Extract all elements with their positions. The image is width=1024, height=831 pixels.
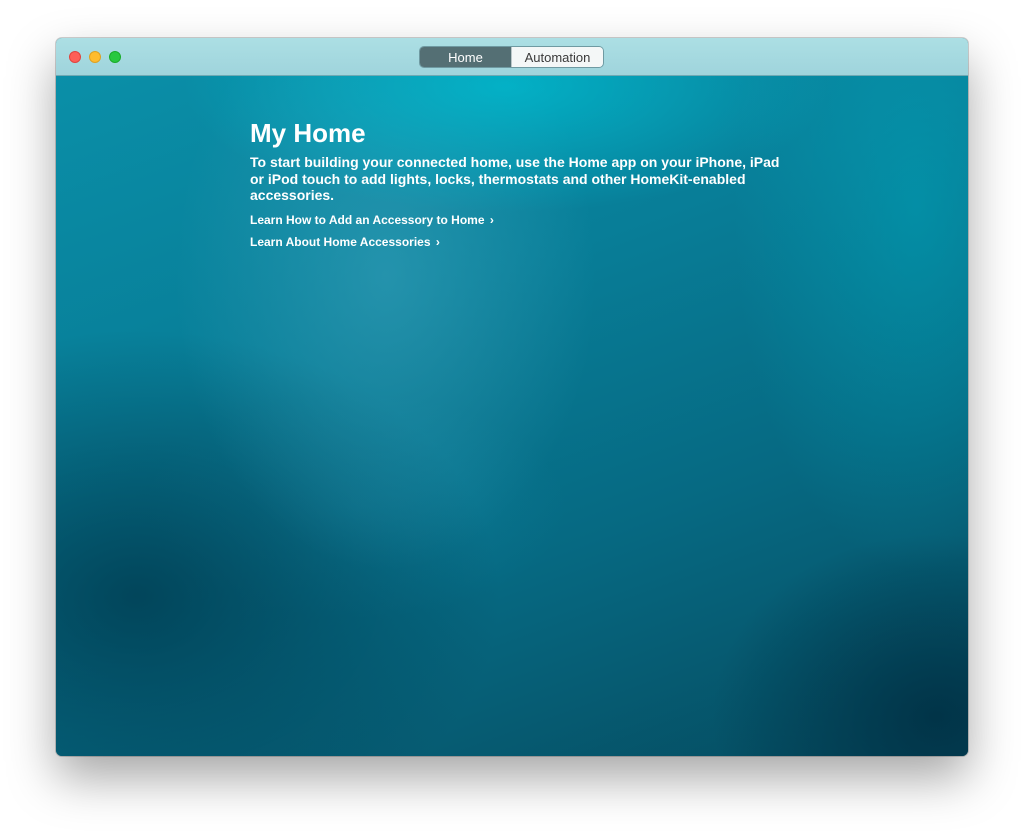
description-text: To start building your connected home, u… <box>250 154 780 203</box>
empty-home-message: My Home To start building your connected… <box>250 118 810 257</box>
chevron-right-icon: › <box>489 212 494 227</box>
minimize-button[interactable] <box>89 51 101 63</box>
close-button[interactable] <box>69 51 81 63</box>
tab-home[interactable]: Home <box>420 47 511 67</box>
learn-add-accessory-link[interactable]: Learn How to Add an Accessory to Home › <box>250 213 810 227</box>
link-label: Learn About Home Accessories <box>250 234 431 249</box>
view-switcher: Home Automation <box>419 46 604 68</box>
page-title: My Home <box>250 118 366 148</box>
tab-automation[interactable]: Automation <box>511 47 603 67</box>
zoom-button[interactable] <box>109 51 121 63</box>
link-label: Learn How to Add an Accessory to Home <box>250 212 485 227</box>
title-bar[interactable]: Home Automation <box>56 38 968 76</box>
home-window: Home Automation My Home To start buildin… <box>56 38 968 756</box>
home-background: My Home To start building your connected… <box>56 76 968 756</box>
chevron-right-icon: › <box>435 234 440 249</box>
learn-about-accessories-link[interactable]: Learn About Home Accessories › <box>250 235 810 249</box>
